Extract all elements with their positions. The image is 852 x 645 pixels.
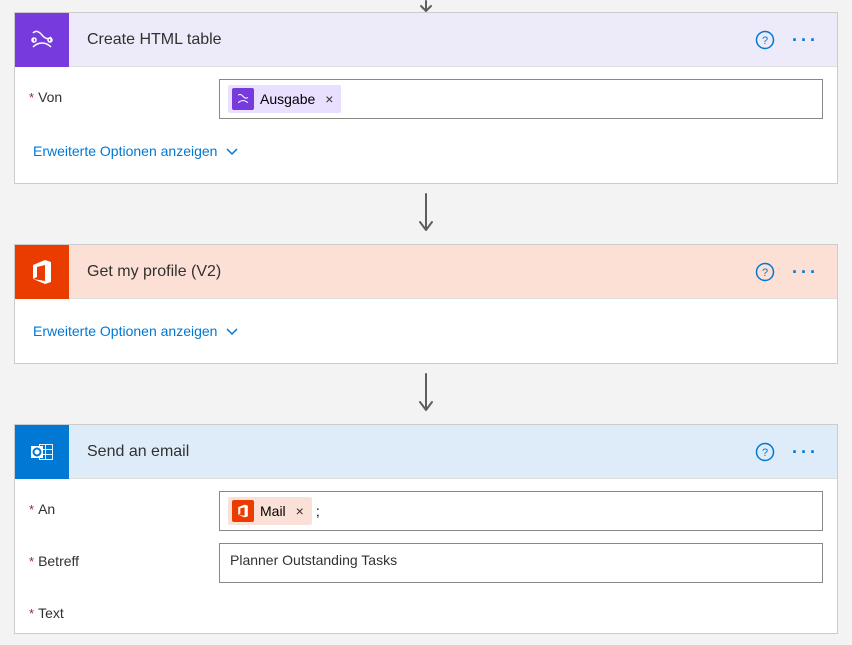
required-marker: * [29, 502, 34, 517]
card-header[interactable]: Create HTML table ? ··· [15, 13, 837, 67]
required-marker: * [29, 606, 34, 621]
more-menu-icon[interactable]: ··· [788, 441, 823, 463]
card-header[interactable]: Send an email ? ··· [15, 425, 837, 479]
card-title: Send an email [69, 443, 754, 461]
label-text: Text [38, 605, 64, 621]
field-label: * Text [29, 595, 219, 621]
show-advanced-options-link[interactable]: Erweiterte Optionen anzeigen [29, 131, 239, 171]
link-text: Erweiterte Optionen anzeigen [33, 323, 217, 339]
help-icon[interactable]: ? [754, 29, 776, 51]
field-row-betreff: * Betreff Planner Outstanding Tasks [29, 543, 823, 583]
help-icon[interactable]: ? [754, 441, 776, 463]
remove-token-icon[interactable]: × [296, 503, 304, 519]
field-label: * Von [29, 79, 219, 105]
help-icon[interactable]: ? [754, 261, 776, 283]
an-input[interactable]: Mail × ; [219, 491, 823, 531]
office-365-icon [15, 245, 69, 299]
card-body: * Von Ausgabe × Erweiterte Optionen anze… [15, 67, 837, 183]
card-create-html-table: Create HTML table ? ··· * Von Ausgabe × [14, 12, 838, 184]
link-text: Erweiterte Optionen anzeigen [33, 143, 217, 159]
von-input[interactable]: Ausgabe × [219, 79, 823, 119]
svg-text:?: ? [762, 35, 768, 47]
show-advanced-options-link[interactable]: Erweiterte Optionen anzeigen [29, 311, 239, 351]
field-row-von: * Von Ausgabe × [29, 79, 823, 119]
card-body: * An Mail × ; * Betreff Planner Outstand… [15, 479, 837, 633]
card-header[interactable]: Get my profile (V2) ? ··· [15, 245, 837, 299]
field-label: * An [29, 491, 219, 517]
label-text: Betreff [38, 553, 79, 569]
betreff-input[interactable]: Planner Outstanding Tasks [219, 543, 823, 583]
token-label: Mail [260, 503, 286, 519]
more-menu-icon[interactable]: ··· [788, 261, 823, 283]
flow-arrow [14, 184, 838, 244]
chevron-down-icon [225, 324, 239, 338]
required-marker: * [29, 554, 34, 569]
label-text: Von [38, 89, 62, 105]
field-row-text: * Text [29, 595, 823, 621]
more-menu-icon[interactable]: ··· [788, 29, 823, 51]
data-operations-icon [232, 88, 254, 110]
card-send-an-email: Send an email ? ··· * An Mail × ; [14, 424, 838, 634]
svg-text:?: ? [762, 267, 768, 279]
token-mail[interactable]: Mail × [228, 497, 312, 525]
card-title: Get my profile (V2) [69, 263, 754, 281]
field-row-an: * An Mail × ; [29, 491, 823, 531]
token-ausgabe[interactable]: Ausgabe × [228, 85, 341, 113]
required-marker: * [29, 90, 34, 105]
token-label: Ausgabe [260, 91, 315, 107]
flow-arrow [14, 364, 838, 424]
card-title: Create HTML table [69, 31, 754, 49]
chevron-down-icon [225, 144, 239, 158]
card-get-my-profile: Get my profile (V2) ? ··· Erweiterte Opt… [14, 244, 838, 364]
card-body: Erweiterte Optionen anzeigen [15, 299, 837, 363]
office-365-icon [232, 500, 254, 522]
remove-token-icon[interactable]: × [325, 91, 333, 107]
an-extra-text: ; [316, 503, 320, 519]
field-label: * Betreff [29, 543, 219, 569]
label-text: An [38, 501, 55, 517]
data-operations-icon [15, 13, 69, 67]
svg-text:?: ? [762, 447, 768, 459]
outlook-icon [15, 425, 69, 479]
